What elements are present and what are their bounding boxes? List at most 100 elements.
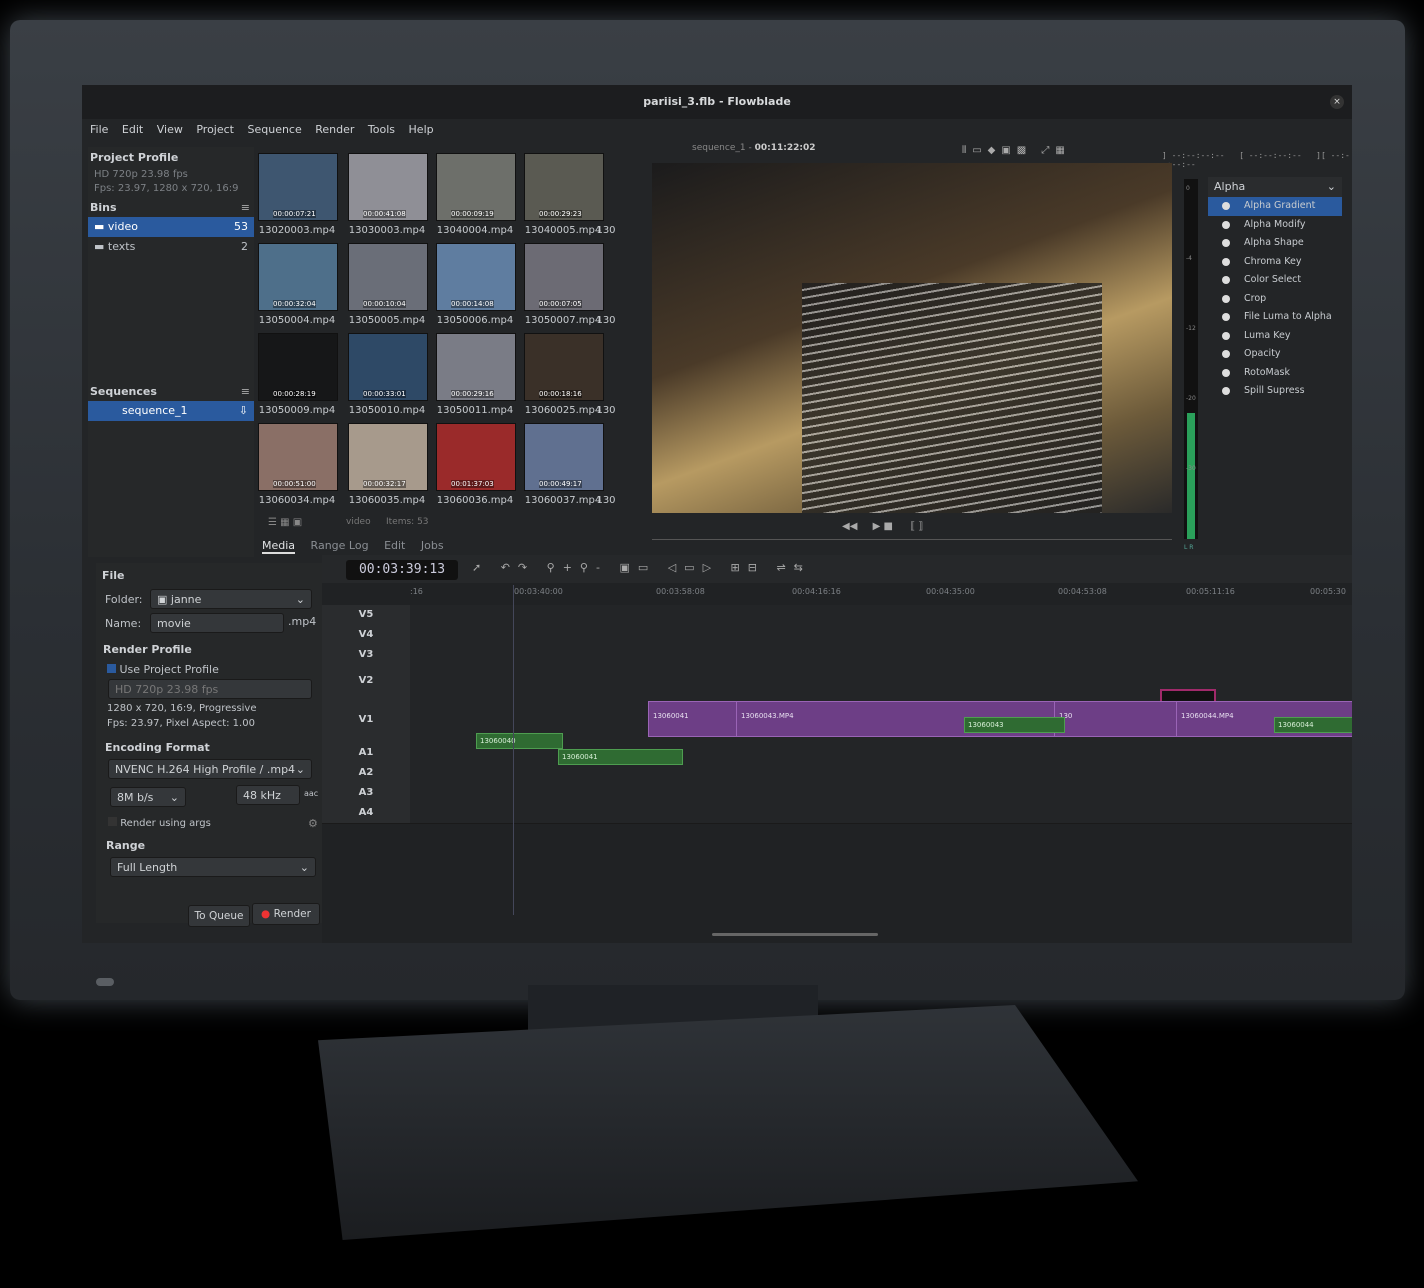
gear-icon[interactable]: ⚙	[308, 817, 318, 830]
encoding-select[interactable]: NVENC H.264 High Profile / .mp4 ⌄	[108, 759, 312, 779]
playhead[interactable]	[513, 585, 514, 915]
filter-item[interactable]: Alpha Shape	[1208, 234, 1342, 253]
media-thumbnail[interactable]: 00:00:41:08	[348, 153, 428, 221]
video-monitor[interactable]	[652, 163, 1172, 513]
filter-item[interactable]: Chroma Key	[1208, 253, 1342, 272]
mark-in-icon[interactable]: ⟦	[910, 521, 915, 532]
monitor-tool-icons[interactable]: ⫴▭◆▣▩ ⤢▦	[962, 145, 1071, 156]
track-header-v4[interactable]: V4	[322, 625, 410, 646]
media-thumbnail[interactable]: 00:00:32:17	[348, 423, 428, 491]
filter-item[interactable]: File Luma to Alpha	[1208, 308, 1342, 327]
to-queue-button[interactable]: To Queue	[188, 905, 250, 927]
filter-item[interactable]: RotoMask	[1208, 364, 1342, 383]
play-icon[interactable]: ▶	[873, 521, 881, 532]
menu-project[interactable]: Project	[196, 123, 234, 136]
tab-jobs[interactable]: Jobs	[421, 539, 444, 552]
audio-clip[interactable]: 13060040	[476, 733, 563, 749]
media-thumbnail[interactable]: 00:00:29:23	[524, 153, 604, 221]
track-header-a3[interactable]: A3	[322, 783, 410, 804]
folder-label: Folder:	[105, 593, 143, 606]
bins-menu-icon[interactable]: ≡	[241, 201, 250, 214]
samplerate-select[interactable]: 48 kHz	[236, 785, 300, 805]
video-clip[interactable]: 13060041	[648, 701, 740, 737]
track-header-v5[interactable]: V5	[322, 605, 410, 626]
tab-edit[interactable]: Edit	[384, 539, 405, 552]
media-thumbnail[interactable]: 00:00:10:04	[348, 243, 428, 311]
track-row[interactable]	[410, 783, 1352, 804]
track-header-v3[interactable]: V3	[322, 645, 410, 666]
media-bin-name: video	[346, 517, 371, 527]
media-thumbnail[interactable]: 00:00:51:00	[258, 423, 338, 491]
profile-desc-2: Fps: 23.97, Pixel Aspect: 1.00	[107, 718, 255, 729]
track-row[interactable]	[410, 763, 1352, 784]
filter-item[interactable]: Crop	[1208, 290, 1342, 309]
menu-edit[interactable]: Edit	[122, 123, 143, 136]
track-header-v2[interactable]: V2	[322, 665, 410, 698]
track-row[interactable]	[410, 803, 1352, 824]
filter-item[interactable]: Opacity	[1208, 345, 1342, 364]
use-project-profile-checkbox[interactable]: Use Project Profile	[107, 663, 219, 676]
folder-select[interactable]: ▣ janne ⌄	[150, 589, 312, 609]
media-thumbnail[interactable]: 00:00:09:19	[436, 153, 516, 221]
mark-readouts: ] --:--:--:-- [ --:--:--:-- ][ --:--:--:…	[1162, 151, 1352, 169]
timeline-scrollbar[interactable]	[712, 933, 878, 936]
media-thumbnail[interactable]: 00:00:29:16	[436, 333, 516, 401]
track-row[interactable]	[410, 605, 1352, 626]
track-header-a4[interactable]: A4	[322, 803, 410, 824]
track-header-v1[interactable]: V1	[322, 697, 410, 744]
filter-item[interactable]: Luma Key	[1208, 327, 1342, 346]
media-thumbnail[interactable]: 00:00:14:08	[436, 243, 516, 311]
menu-help[interactable]: Help	[409, 123, 434, 136]
edit-tool-icons[interactable]: ➚ ↶↷ ⚲+⚲- ▣▭ ◁▭▷ ⊞⊟ ⇌⇆	[472, 561, 811, 574]
track-row[interactable]	[410, 645, 1352, 666]
close-button[interactable]: ×	[1330, 95, 1344, 109]
filter-item[interactable]: Spill Supress	[1208, 382, 1342, 401]
tab-media[interactable]: Media	[262, 539, 296, 554]
position-bar[interactable]	[652, 539, 1172, 546]
filename-input[interactable]: movie	[150, 613, 284, 633]
video-clip[interactable]: 130	[1054, 701, 1180, 737]
media-thumbnail[interactable]: 00:00:07:21	[258, 153, 338, 221]
media-thumbnail[interactable]: 00:00:18:16	[524, 333, 604, 401]
profile-select[interactable]: HD 720p 23.98 fps	[108, 679, 312, 699]
sequence-item[interactable]: sequence_1 ⇩	[88, 401, 254, 421]
track-row[interactable]	[410, 625, 1352, 646]
filter-item[interactable]: Alpha Gradient	[1208, 197, 1342, 216]
menu-sequence[interactable]: Sequence	[247, 123, 301, 136]
audio-clip[interactable]: 13060044	[1274, 717, 1352, 733]
rewind-icon[interactable]: ◀◀	[842, 521, 857, 532]
media-thumbnail[interactable]: 00:00:32:04	[258, 243, 338, 311]
stop-icon[interactable]: ■	[883, 521, 892, 532]
audio-clip[interactable]: 13060041	[558, 749, 683, 765]
track-header-a2[interactable]: A2	[322, 763, 410, 784]
sequences-menu-icon[interactable]: ≡	[241, 385, 250, 398]
filter-group-select[interactable]: Alpha ⌄	[1208, 177, 1342, 197]
filter-item[interactable]: Color Select	[1208, 271, 1342, 290]
sequence-name: sequence_1	[122, 404, 188, 417]
transport-controls[interactable]: ◀◀ ▶ ■ ⟦ ⟧	[652, 521, 1172, 535]
filter-item[interactable]: Alpha Modify	[1208, 216, 1342, 235]
timeline-ruler[interactable]: :16 00:03:40:00 00:03:58:08 00:04:16:16 00:0…	[410, 585, 1352, 603]
menu-render[interactable]: Render	[315, 123, 354, 136]
tab-range-log[interactable]: Range Log	[311, 539, 369, 552]
media-thumbnail[interactable]: 00:00:49:17	[524, 423, 604, 491]
media-view-icons[interactable]: ☰ ▦ ▣	[268, 517, 302, 528]
range-select[interactable]: Full Length ⌄	[110, 857, 316, 877]
bin-texts[interactable]: ▬ texts 2	[88, 237, 254, 257]
media-thumbnail[interactable]: 00:01:37:03	[436, 423, 516, 491]
filter-group-label: Alpha	[1214, 180, 1246, 193]
media-thumbnail[interactable]: 00:00:28:19	[258, 333, 338, 401]
mark-out-icon[interactable]: ⟧	[918, 521, 923, 532]
menu-view[interactable]: View	[157, 123, 183, 136]
track-header-a1[interactable]: A1	[322, 743, 410, 764]
menu-tools[interactable]: Tools	[368, 123, 395, 136]
media-thumbnail[interactable]: 00:00:33:01	[348, 333, 428, 401]
bin-video[interactable]: ▬ video 53	[88, 217, 254, 237]
render-args-checkbox[interactable]: Render using args	[108, 817, 211, 829]
bitrate-select[interactable]: 8M b/s ⌄	[110, 787, 186, 807]
media-thumbnail[interactable]: 00:00:07:05	[524, 243, 604, 311]
audio-clip[interactable]: 13060043	[964, 717, 1065, 733]
render-button[interactable]: ● Render	[252, 903, 320, 925]
menu-file[interactable]: File	[90, 123, 108, 136]
clip-duration: 00:00:07:05	[539, 300, 582, 308]
